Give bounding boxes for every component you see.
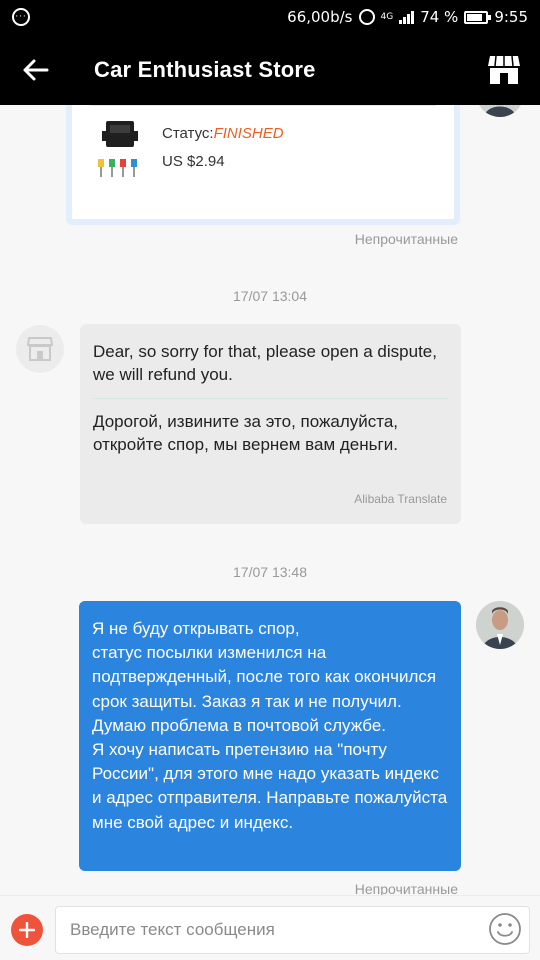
notification-icon: ··· bbox=[12, 8, 30, 26]
message-translated-text: Дорогой, извините за это, пожалуйста, от… bbox=[93, 412, 399, 454]
message-text: Я не буду открывать спор, статус посылки… bbox=[92, 619, 448, 832]
smiley-icon bbox=[489, 913, 521, 945]
store-name: Car Enthusiast Store bbox=[94, 56, 316, 82]
clock: 9:55 bbox=[494, 8, 528, 26]
unread-label: Непрочитанные bbox=[354, 881, 458, 895]
message-composer bbox=[0, 895, 540, 960]
unread-label: Непрочитанные bbox=[354, 231, 458, 247]
status-bar: ··· 66,00b/s 4G 74 % 9:55 bbox=[0, 0, 540, 34]
user-avatar[interactable] bbox=[476, 105, 524, 117]
net-speed: 66,00b/s bbox=[287, 8, 353, 26]
battery-icon bbox=[464, 10, 492, 24]
store-button[interactable] bbox=[468, 34, 540, 105]
order-status-value: FINISHED bbox=[213, 125, 284, 142]
arrow-left-icon bbox=[23, 59, 49, 80]
message-timestamp: 17/07 13:48 bbox=[233, 564, 307, 580]
message-original-text: Dear, so sorry for that, please open a d… bbox=[93, 342, 437, 384]
order-card[interactable]: Статус:FINISHED US $2.94 bbox=[66, 105, 460, 225]
message-timestamp: 17/07 13:04 bbox=[233, 288, 307, 304]
store-avatar[interactable] bbox=[16, 325, 64, 373]
add-attachment-button[interactable] bbox=[11, 914, 43, 946]
store-icon bbox=[27, 337, 53, 361]
translate-credit: Alibaba Translate bbox=[354, 492, 447, 506]
back-button[interactable] bbox=[0, 34, 72, 105]
user-avatar[interactable] bbox=[476, 601, 524, 649]
outgoing-message[interactable]: Я не буду открывать спор, статус посылки… bbox=[79, 601, 461, 871]
message-input[interactable] bbox=[55, 906, 530, 954]
chat-header: Car Enthusiast Store bbox=[0, 34, 540, 105]
battery-percent: 74 % bbox=[420, 8, 459, 26]
plus-icon bbox=[19, 922, 35, 938]
order-status: Статус:FINISHED bbox=[162, 125, 284, 142]
emoji-button[interactable] bbox=[488, 912, 522, 946]
chat-area[interactable]: Статус:FINISHED US $2.94 Непрочитанные 1… bbox=[0, 105, 540, 895]
network-type: 4G bbox=[380, 12, 394, 22]
store-icon bbox=[488, 55, 520, 84]
alarm-icon bbox=[358, 9, 375, 25]
order-price: US $2.94 bbox=[162, 153, 225, 170]
translation-divider bbox=[93, 398, 448, 399]
incoming-message[interactable]: Dear, so sorry for that, please open a d… bbox=[80, 324, 461, 524]
signal-icon bbox=[399, 10, 415, 24]
product-thumbnail bbox=[98, 121, 138, 177]
